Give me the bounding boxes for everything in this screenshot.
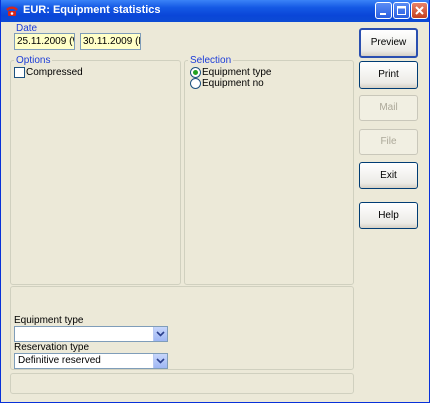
equipment-no-radio-label: Equipment no: [202, 78, 264, 89]
equipment-type-label: Equipment type: [14, 315, 84, 326]
close-button[interactable]: [411, 2, 428, 19]
minimize-button[interactable]: [375, 2, 392, 19]
status-bar: [10, 373, 354, 394]
equipment-type-radio[interactable]: [190, 67, 201, 78]
maximize-button[interactable]: [393, 2, 410, 19]
reservation-type-select-value: Definitive reserved: [18, 355, 101, 366]
preview-button[interactable]: Preview: [359, 28, 418, 58]
print-button[interactable]: Print: [359, 61, 418, 89]
options-group: [10, 60, 181, 285]
phone-icon: [5, 4, 19, 17]
selection-group: [184, 60, 354, 285]
help-button[interactable]: Help: [359, 202, 418, 229]
date-to-field[interactable]: 30.11.2009 (M: [80, 33, 141, 50]
compressed-label: Compressed: [26, 67, 83, 78]
equipment-type-radio-label: Equipment type: [202, 67, 272, 78]
window-title: EUR: Equipment statistics: [23, 4, 161, 16]
mail-button[interactable]: Mail: [359, 95, 418, 121]
radio-selected-dot: [193, 70, 198, 75]
exit-button[interactable]: Exit: [359, 162, 418, 189]
equipment-type-select[interactable]: [14, 326, 168, 342]
chevron-down-icon[interactable]: [153, 327, 167, 341]
window: EUR: Equipment statistics Date 25.11.200…: [0, 0, 430, 403]
compressed-checkbox[interactable]: [14, 67, 25, 78]
date-from-field[interactable]: 25.11.2009 (W: [14, 33, 75, 50]
reservation-type-select[interactable]: Definitive reserved: [14, 353, 168, 369]
options-group-label: Options: [14, 55, 53, 66]
selection-group-label: Selection: [188, 55, 234, 66]
file-button[interactable]: File: [359, 129, 418, 155]
title-bar[interactable]: EUR: Equipment statistics: [1, 0, 429, 22]
chevron-down-icon[interactable]: [153, 354, 167, 368]
equipment-no-radio[interactable]: [190, 78, 201, 89]
reservation-type-label: Reservation type: [14, 342, 90, 353]
